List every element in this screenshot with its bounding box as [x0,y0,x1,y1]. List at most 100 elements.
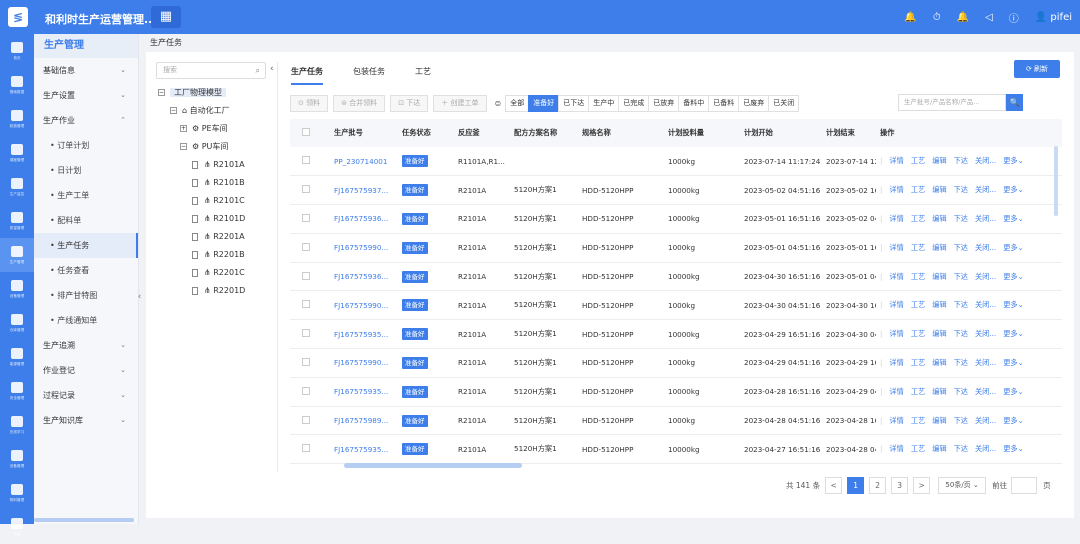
info-icon[interactable]: ⓘ [1009,10,1019,25]
release-link[interactable]: 下达 [954,387,968,396]
tree-node-auto-factory[interactable]: − ⌂ 自动化工厂 [170,104,230,118]
tree-collapse-icon[interactable]: ‹ [270,64,274,74]
batch-no[interactable]: FJ167575990... [330,291,398,320]
search-icon[interactable]: 🔍 [1006,94,1023,111]
rail-item[interactable]: 系统 [0,510,34,544]
edit-link[interactable]: 编辑 [932,444,946,453]
detail-link[interactable]: 详情 [889,416,903,425]
close-link[interactable]: 关闭... [975,416,996,425]
row-checkbox[interactable] [302,213,310,222]
rail-item[interactable]: 设备管理 [0,442,34,476]
sidebar-scrollbar[interactable] [34,518,134,522]
edit-link[interactable]: 编辑 [932,185,946,194]
sidebar-item-operations[interactable]: 生产作业 ⌃ [34,108,138,133]
process-link[interactable]: 工艺 [911,329,925,338]
page-3[interactable]: 3 [891,477,909,494]
detail-link[interactable]: 详情 [889,358,903,367]
tree-node-pe-workshop[interactable]: + ⚙ PE车间 [180,122,228,136]
detail-link[interactable]: 详情 [889,300,903,309]
table-row[interactable]: FJ167575935... 准备好 R2101A 5120H方案1 HDD-5120H… [290,435,1062,464]
filter-preparing[interactable]: 备料中 [678,94,710,112]
filter-in-production[interactable]: 生产中 [588,94,620,112]
more-dropdown[interactable]: 更多⌄ [1003,243,1023,252]
rail-item[interactable]: 首页 [0,34,34,68]
filter-ready[interactable]: 准备好 [528,94,560,112]
close-link[interactable]: 关闭... [975,300,996,309]
table-horizontal-scrollbar[interactable] [344,463,522,468]
release-button[interactable]: ⊡ 下达 [390,94,429,112]
tree-node-pu-workshop[interactable]: − ⚙ PU车间 [180,140,228,154]
row-checkbox[interactable] [302,185,310,194]
release-link[interactable]: 下达 [954,185,968,194]
sidebar-sub-order-plan[interactable]: • 订单计划 [34,133,138,158]
prev-page-button[interactable]: < [825,477,843,494]
clock-icon[interactable]: ⏱ [933,12,941,23]
process-link[interactable]: 工艺 [911,300,925,309]
tab-production-task[interactable]: 生产任务 [291,66,323,85]
close-link[interactable]: 关闭... [975,156,996,165]
release-link[interactable]: 下达 [954,156,968,165]
close-link[interactable]: 关闭... [975,185,996,194]
sidebar-sub-batching[interactable]: • 配料单 [34,208,138,233]
table-row[interactable]: FJ167575990... 准备好 R2101A 5120H方案1 HDD-5120H… [290,349,1062,378]
tree-node-reactor[interactable]: ⋔ R2201A [192,230,245,244]
row-checkbox[interactable] [302,300,310,309]
edit-link[interactable]: 编辑 [932,272,946,281]
close-link[interactable]: 关闭... [975,272,996,281]
process-link[interactable]: 工艺 [911,214,925,223]
release-link[interactable]: 下达 [954,416,968,425]
row-checkbox[interactable] [302,271,310,280]
table-row[interactable]: FJ167575989... 准备好 R2101A 5120H方案1 HDD-5120H… [290,406,1062,435]
tree-node-reactor[interactable]: ⋔ R2201B [192,248,245,262]
more-dropdown[interactable]: 更多⌄ [1003,185,1023,194]
page-size-select[interactable]: 50条/页 ⌄ [938,477,987,494]
edit-link[interactable]: 编辑 [932,329,946,338]
batch-no[interactable]: FJ167575989... [330,406,398,435]
row-checkbox[interactable] [302,386,310,395]
edit-link[interactable]: 编辑 [932,358,946,367]
app-grid-icon[interactable]: ▦ [151,6,181,28]
detail-link[interactable]: 详情 [889,243,903,252]
close-link[interactable]: 关闭... [975,243,996,252]
edit-link[interactable]: 编辑 [932,387,946,396]
table-row[interactable]: FJ167575937... 准备好 R2101A 5120H方案1 HDD-5120H… [290,176,1062,205]
tree-node-factory-model[interactable]: − 工厂物理模型 [158,86,226,100]
merge-pick-button[interactable]: ⊜ 合并领料 [333,94,386,112]
rail-item[interactable]: 安全管理 [0,374,34,408]
more-dropdown[interactable]: 更多⌄ [1003,416,1023,425]
filter-discarded[interactable]: 已废弃 [738,94,770,112]
table-row[interactable]: FJ167575990... 准备好 R2101A 5120H方案1 HDD-5120H… [290,291,1062,320]
page-1[interactable]: 1 [847,477,865,494]
sidebar-item-trace[interactable]: 生产追溯 ⌄ [34,333,138,358]
rail-item[interactable]: 生产管理 [0,238,34,272]
filter-abandoned[interactable]: 已放弃 [648,94,680,112]
detail-link[interactable]: 详情 [889,214,903,223]
refresh-button[interactable]: ⟳ 刷新 [1014,60,1060,78]
next-page-button[interactable]: > [913,477,931,494]
task-search-input[interactable]: 生产批号/产品名称/产品... [898,94,1006,111]
expand-box-icon[interactable]: + [180,125,187,132]
release-link[interactable]: 下达 [954,329,968,338]
rail-item[interactable]: 质量管理 [0,204,34,238]
close-link[interactable]: 关闭... [975,387,996,396]
process-link[interactable]: 工艺 [911,387,925,396]
process-link[interactable]: 工艺 [911,156,925,165]
collapse-box-icon[interactable]: − [158,89,165,96]
table-row[interactable]: PP_230714001 准备好 R1101A,R1... 1000kg 2023-07… [290,147,1062,176]
filter-released[interactable]: 已下达 [558,94,590,112]
page-2[interactable]: 2 [869,477,887,494]
close-link[interactable]: 关闭... [975,358,996,367]
edit-link[interactable]: 编辑 [932,416,946,425]
create-work-order-button[interactable]: ＋ 创建工单 [433,94,487,112]
release-link[interactable]: 下达 [954,300,968,309]
rail-item[interactable]: 仓库管理 [0,306,34,340]
release-link[interactable]: 下达 [954,272,968,281]
more-dropdown[interactable]: 更多⌄ [1003,214,1023,223]
table-row[interactable]: FJ167575936... 准备好 R2101A 5120H方案1 HDD-5120H… [290,262,1062,291]
process-link[interactable]: 工艺 [911,444,925,453]
detail-link[interactable]: 详情 [889,272,903,281]
app-logo[interactable]: ≶ [8,7,28,27]
row-checkbox[interactable] [302,156,310,165]
more-dropdown[interactable]: 更多⌄ [1003,387,1023,396]
sidebar-sub-gantt[interactable]: • 排产甘特图 [34,283,138,308]
